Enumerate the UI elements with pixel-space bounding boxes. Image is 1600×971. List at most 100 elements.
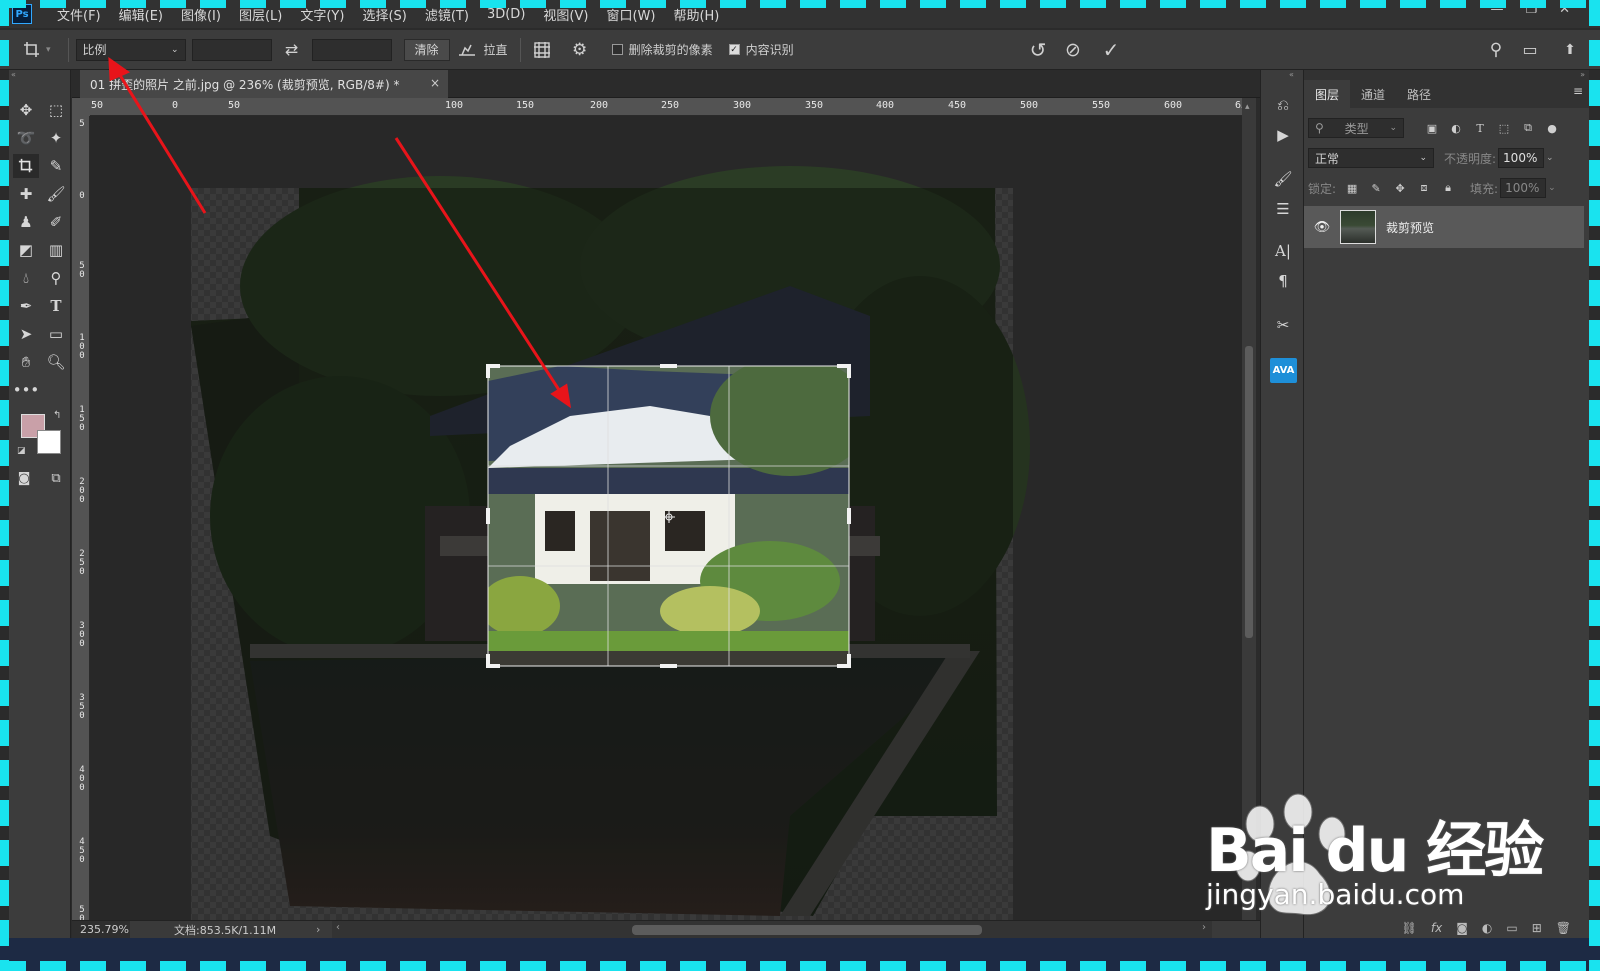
horizontal-scroll-thumb[interactable] [632,925,982,935]
layer-filter-select[interactable]: ⚲ 类型 ⌄ [1308,118,1404,138]
ava-plugin-icon[interactable]: AVA [1270,358,1297,383]
vertical-ruler[interactable]: 5 0 5 0 1 0 0 1 5 0 2 0 0 2 5 0 3 0 0 3 … [72,116,90,933]
restore-button[interactable]: ❐ [1525,2,1537,17]
lock-position-icon[interactable]: ✥ [1392,182,1408,195]
tab-paths[interactable]: 路径 [1396,80,1442,108]
menu-file[interactable]: 文件(F) [48,5,110,24]
history-brush-tool-icon[interactable]: ✐ [43,210,69,234]
horizontal-ruler[interactable]: 50 0 50 100 150 200 250 300 350 400 450 … [90,98,1253,116]
actions-play-icon[interactable]: ▶ [1271,124,1295,146]
menu-3d[interactable]: 3D(D) [478,7,534,22]
expand-panels-icon[interactable]: « [1289,70,1294,79]
status-menu-chevron-icon[interactable]: › [316,923,320,936]
panel-menu-icon[interactable]: ≡ [1573,84,1583,98]
straighten-icon[interactable] [450,43,484,57]
path-selection-tool-icon[interactable]: ➤ [13,322,39,346]
healing-brush-tool-icon[interactable]: ✚ [13,182,39,206]
collapse-panel-icon[interactable]: » [1304,70,1589,80]
swap-colors-icon[interactable]: ↰ [53,410,61,421]
document-tab[interactable]: 01 拼歪的照片 之前.jpg @ 236% (裁剪预览, RGB/8#) * … [80,70,448,98]
eyedropper-tool-icon[interactable]: ✎ [43,154,69,178]
lock-image-icon[interactable]: ✎ [1368,182,1384,195]
visibility-eye-icon[interactable]: 👁︎ [1310,220,1334,235]
workspace-icon[interactable]: ▭ [1516,40,1544,59]
scroll-left-icon[interactable]: ‹ [336,922,340,933]
pen-tool-icon[interactable]: ✒ [13,294,39,318]
ratio-height-input[interactable] [311,38,392,61]
add-mask-icon[interactable]: ◙ [1456,921,1468,935]
move-tool-icon[interactable]: ✥ [13,98,39,122]
brush-tool-icon[interactable]: 🖌︎ [43,182,69,206]
paragraph-icon[interactable]: ¶ [1271,270,1295,292]
layer-name[interactable]: 裁剪预览 [1386,219,1434,236]
content-aware-checkbox[interactable]: ✓ 内容识别 [728,41,794,58]
lock-artboard-icon[interactable]: ⧈ [1416,181,1432,195]
share-icon[interactable]: ⬆ [1556,42,1584,58]
preset-dropdown-arrow-icon[interactable]: ▾ [46,45,51,55]
cancel-crop-icon[interactable]: ⊘ [1059,39,1087,61]
brush-settings-icon[interactable]: 🖌︎ [1271,168,1295,190]
vertical-scrollbar[interactable]: ▴ [1242,98,1256,920]
blend-mode-select[interactable]: 正常 ⌄ [1308,148,1434,168]
swap-ratio-icon[interactable]: ⇄ [272,40,312,59]
delete-cropped-pixels-checkbox[interactable]: 删除裁剪的像素 [611,41,713,58]
blur-tool-icon[interactable]: 💧︎ [13,266,39,290]
dodge-tool-icon[interactable]: ⚲ [43,266,69,290]
more-tools-icon[interactable]: ••• [13,378,40,402]
overlay-grid-icon[interactable] [528,41,556,59]
ruler-origin[interactable] [72,98,90,116]
gradient-tool-icon[interactable]: ▥ [43,238,69,262]
type-tool-icon[interactable]: T [43,294,69,318]
crop-tool-preset-icon[interactable] [18,41,46,59]
close-window-button[interactable]: ✕ [1559,2,1570,17]
new-adjustment-icon[interactable]: ◐ [1482,921,1492,935]
crop-area[interactable] [480,356,870,666]
default-colors-icon[interactable]: ◪ [17,446,26,456]
chevron-down-icon[interactable]: ⌄ [1548,183,1556,193]
close-tab-icon[interactable]: × [430,76,440,90]
new-layer-icon[interactable]: ⊞ [1532,921,1542,935]
link-layers-icon[interactable]: ⛓ [1402,921,1417,935]
marquee-tool-icon[interactable]: ⬚ [43,98,69,122]
lasso-tool-icon[interactable]: ➰ [13,126,39,150]
delete-layer-icon[interactable]: 🗑︎ [1556,921,1571,935]
chevron-down-icon[interactable]: ⌄ [1546,153,1554,163]
commit-crop-icon[interactable]: ✓ [1097,38,1125,62]
minimize-button[interactable]: — [1490,2,1503,17]
smart-object-filter-icon[interactable]: ⧉ [1520,121,1536,135]
pixel-filter-icon[interactable]: ▣ [1424,122,1440,135]
vertical-scroll-thumb[interactable] [1245,346,1253,638]
layer-row[interactable]: 👁︎ 裁剪预览 [1304,206,1584,248]
menu-select[interactable]: 选择(S) [353,5,415,24]
zoom-tool-icon[interactable]: 🔍︎ [43,350,69,374]
reset-crop-icon[interactable]: ↺ [1024,38,1052,62]
menu-layer[interactable]: 图层(L) [230,5,291,24]
collapse-icon[interactable]: « [9,70,71,80]
menu-image[interactable]: 图像(I) [172,5,230,24]
history-icon[interactable]: ⎌ [1271,94,1295,116]
ratio-select[interactable]: 比例 ⌄ [75,38,186,61]
menu-help[interactable]: 帮助(H) [664,5,728,24]
layer-style-icon[interactable]: fx [1431,921,1442,935]
quick-mask-icon[interactable]: ◙ [11,466,37,490]
menu-type[interactable]: 文字(Y) [291,5,353,24]
crop-tool-icon[interactable] [13,154,39,178]
lock-transparent-icon[interactable]: ▦ [1344,182,1360,195]
background-color-swatch[interactable] [37,430,61,454]
clone-stamp-tool-icon[interactable]: ♟ [13,210,39,234]
tools-extension-icon[interactable]: ✂ [1271,314,1295,336]
tab-layers[interactable]: 图层 [1304,80,1351,108]
menu-edit[interactable]: 编辑(E) [110,5,172,24]
magic-wand-tool-icon[interactable]: ✦ [43,126,69,150]
menu-filter[interactable]: 滤镜(T) [416,5,478,24]
crop-settings-gear-icon[interactable]: ⚙ [566,40,594,60]
search-icon[interactable]: ⚲ [1482,40,1510,60]
tab-channels[interactable]: 通道 [1350,80,1396,108]
adjustment-filter-icon[interactable]: ◐ [1448,122,1464,135]
menu-window[interactable]: 窗口(W) [597,5,664,24]
scroll-right-icon[interactable]: › [1202,922,1206,933]
straighten-label[interactable]: 拉直 [484,41,508,58]
opacity-input[interactable]: 100% [1498,148,1545,168]
type-filter-icon[interactable]: T [1472,122,1488,135]
horizontal-scrollbar[interactable]: ‹ › [332,921,1212,939]
